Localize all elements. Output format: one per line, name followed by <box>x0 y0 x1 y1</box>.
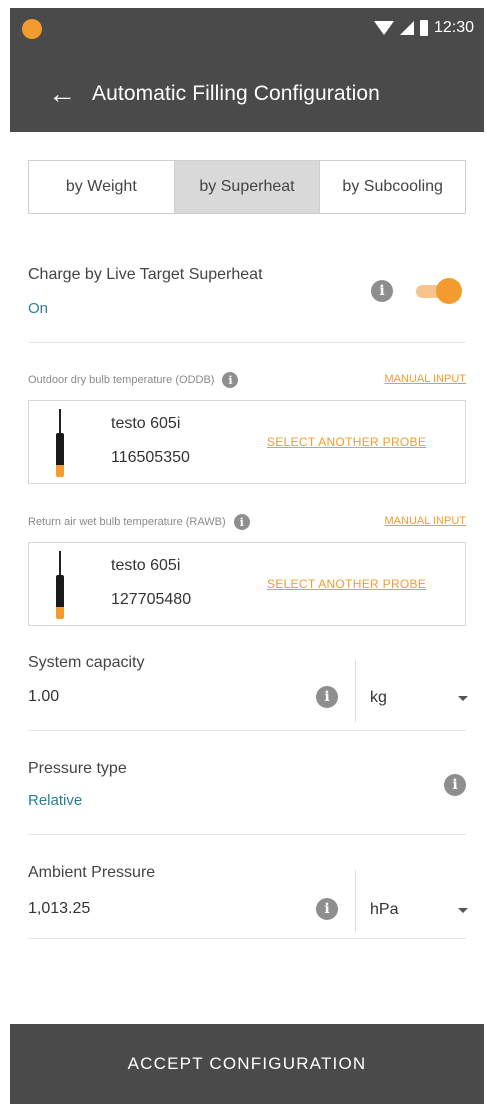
oddb-label: Outdoor dry bulb temperature (ODDB) <box>28 374 215 386</box>
arrow-left-icon[interactable]: ← <box>38 70 86 118</box>
tab-by-subcooling[interactable]: by Subcooling <box>320 161 465 213</box>
ambient-pressure-row: Ambient Pressure i hPa <box>28 834 468 939</box>
probe-name: testo 605i <box>111 415 181 432</box>
ambient-pressure-label: Ambient Pressure <box>28 864 156 881</box>
info-icon[interactable]: i <box>233 514 250 530</box>
capacity-unit: kg <box>370 689 387 706</box>
live-target-row: Charge by Live Target Superheat On i <box>28 248 466 343</box>
probe-serial: 127705480 <box>111 591 192 608</box>
oddb-probe-card: testo 605i 116505350 SELECT ANOTHER PROB… <box>28 400 466 484</box>
rawb-probe-card: testo 605i 127705480 SELECT ANOTHER PROB… <box>28 542 466 626</box>
chevron-down-icon <box>458 908 468 913</box>
chevron-down-icon <box>458 696 468 701</box>
pressure-type-value[interactable]: Relative <box>28 792 82 809</box>
info-icon[interactable]: i <box>444 774 466 796</box>
pressure-type-label: Pressure type <box>28 760 127 777</box>
divider <box>355 660 356 722</box>
probe-icon <box>55 409 65 477</box>
wifi-icon <box>373 21 394 35</box>
app-logo-icon <box>22 19 42 39</box>
main-content: by Weight by Superheat by Subcooling Cha… <box>10 132 484 1024</box>
pressure-unit: hPa <box>370 901 399 918</box>
accept-configuration-button[interactable]: ACCEPT CONFIGURATION <box>10 1024 484 1104</box>
left-margin <box>0 0 10 1104</box>
info-icon[interactable]: i <box>316 898 338 920</box>
info-icon[interactable]: i <box>222 372 239 388</box>
system-capacity-label: System capacity <box>28 654 145 671</box>
system-capacity-row: System capacity i kg <box>28 640 468 731</box>
status-bar: 12:30 <box>10 8 484 48</box>
live-target-toggle[interactable] <box>414 278 462 304</box>
probe-icon <box>55 551 65 619</box>
tab-by-weight[interactable]: by Weight <box>29 161 175 213</box>
probe-name: testo 605i <box>111 557 181 574</box>
live-target-status: On <box>28 300 49 317</box>
app-bar: 12:30 ← Automatic Filling Configuration <box>10 8 484 132</box>
pressure-type-row: Pressure type Relative i <box>28 730 466 835</box>
system-capacity-input[interactable] <box>28 688 268 706</box>
info-icon[interactable]: i <box>371 280 393 302</box>
divider <box>355 870 356 932</box>
rawb-label: Return air wet bulb temperature (RAWB) <box>28 516 226 528</box>
capacity-unit-select[interactable]: kg <box>370 688 468 708</box>
rawb-manual-input-link[interactable]: MANUAL INPUT <box>385 515 467 527</box>
ambient-pressure-input[interactable] <box>28 900 268 918</box>
oddb-label-row: Outdoor dry bulb temperature (ODDB) i <box>28 372 239 388</box>
pressure-unit-select[interactable]: hPa <box>370 900 468 920</box>
select-another-probe-link[interactable]: SELECT ANOTHER PROBE <box>267 577 426 591</box>
info-icon[interactable]: i <box>316 686 338 708</box>
page-title: Automatic Filling Configuration <box>92 82 380 105</box>
status-time: 12:30 <box>433 19 474 36</box>
battery-icon <box>419 20 428 36</box>
oddb-manual-input-link[interactable]: MANUAL INPUT <box>385 373 467 385</box>
rawb-label-row: Return air wet bulb temperature (RAWB) i <box>28 514 250 530</box>
header: ← Automatic Filling Configuration <box>10 66 484 122</box>
tab-by-superheat[interactable]: by Superheat <box>174 161 321 213</box>
mode-tabs: by Weight by Superheat by Subcooling <box>28 160 466 214</box>
status-icons: 12:30 <box>373 18 474 38</box>
live-target-label: Charge by Live Target Superheat <box>28 266 263 283</box>
toggle-thumb <box>436 278 462 304</box>
probe-serial: 116505350 <box>111 449 190 466</box>
select-another-probe-link[interactable]: SELECT ANOTHER PROBE <box>267 435 426 449</box>
cell-signal-icon <box>399 21 414 35</box>
